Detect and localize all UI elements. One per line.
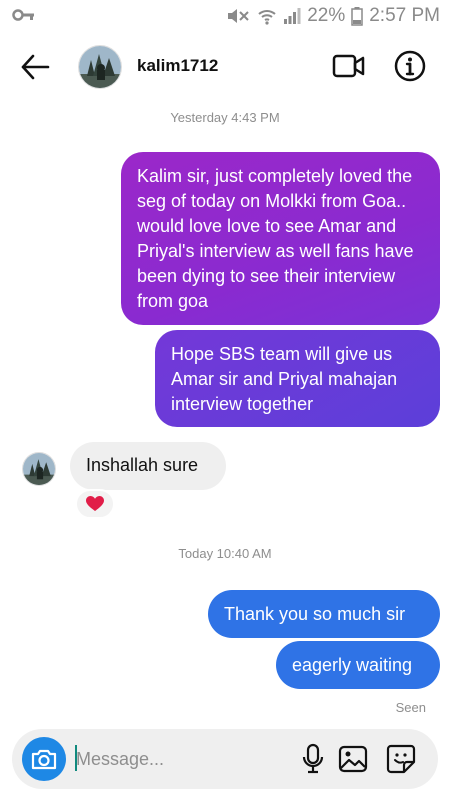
camera-icon [31, 749, 57, 770]
timestamp: Today 10:40 AM [178, 546, 272, 561]
heart-icon [86, 496, 104, 511]
info-button[interactable] [393, 49, 427, 83]
battery-percent: 22% [307, 5, 346, 26]
gallery-icon [338, 745, 368, 773]
sent-message[interactable]: eagerly waiting [276, 641, 440, 689]
status-bar: 22% 2:57 PM [0, 0, 450, 32]
sent-message[interactable]: Kalim sir, just completely loved the seg… [121, 152, 440, 325]
message-input[interactable] [76, 743, 276, 775]
video-call-icon [332, 54, 365, 78]
key-icon [12, 8, 36, 22]
message-reaction[interactable] [75, 489, 115, 519]
thread-header: kalim1712 [0, 32, 450, 102]
wifi-icon [257, 6, 277, 26]
info-icon [394, 50, 426, 82]
instagram-direct-thread: 22% 2:57 PM kalim1712 Yesterday 4:43 PM … [0, 0, 450, 800]
contact-avatar[interactable] [78, 45, 122, 89]
seen-status: Seen [395, 700, 426, 715]
camera-button[interactable] [22, 737, 66, 781]
microphone-icon [302, 743, 324, 774]
message-composer [12, 729, 438, 789]
gallery-button[interactable] [337, 743, 369, 775]
sticker-icon [386, 744, 416, 774]
received-message[interactable]: Inshallah sure [70, 442, 226, 490]
back-button[interactable] [18, 50, 52, 84]
mute-icon [225, 6, 251, 26]
video-call-button[interactable] [332, 51, 366, 81]
sticker-button[interactable] [385, 743, 417, 775]
voice-message-button[interactable] [298, 743, 328, 775]
battery-icon [351, 6, 363, 26]
contact-avatar-small [22, 452, 56, 486]
back-arrow-icon [21, 54, 50, 80]
timestamp: Yesterday 4:43 PM [170, 110, 280, 125]
sent-message[interactable]: Hope SBS team will give us Amar sir and … [155, 330, 440, 427]
clock: 2:57 PM [369, 5, 440, 26]
signal-icon [283, 6, 301, 26]
contact-username[interactable]: kalim1712 [137, 56, 218, 76]
sent-message[interactable]: Thank you so much sir [208, 590, 440, 638]
